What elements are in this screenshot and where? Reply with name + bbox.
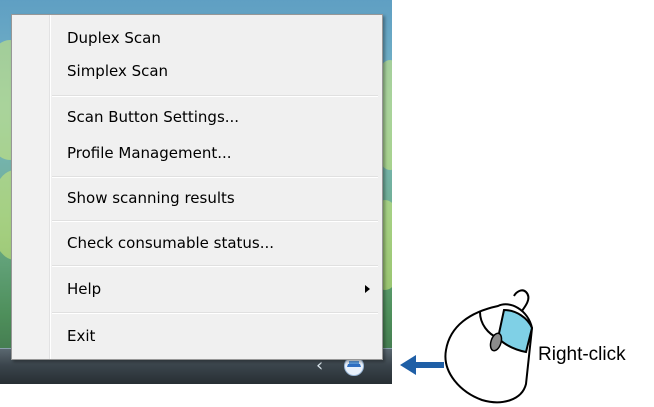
menu-item-label: Help [67, 280, 102, 298]
menu-item-scan-button-settings[interactable]: Scan Button Settings... [14, 102, 380, 132]
menu-item-label: Simplex Scan [67, 62, 169, 80]
menu-separator [52, 312, 378, 314]
menu-separator [52, 95, 378, 97]
context-menu: Duplex Scan Simplex Scan Scan Button Set… [11, 14, 383, 360]
menu-separator [52, 176, 378, 178]
menu-item-show-scanning-results[interactable]: Show scanning results [14, 183, 380, 213]
menu-item-check-consumable-status[interactable]: Check consumable status... [14, 228, 380, 258]
menu-separator [52, 265, 378, 267]
menu-item-label: Duplex Scan [67, 29, 161, 47]
menu-item-exit[interactable]: Exit [14, 321, 380, 351]
menu-item-label: Show scanning results [67, 189, 235, 207]
submenu-arrow-icon [365, 285, 370, 293]
right-click-label: Right-click [538, 344, 626, 365]
menu-item-simplex-scan[interactable]: Simplex Scan [14, 56, 380, 86]
menu-item-label: Scan Button Settings... [67, 108, 240, 126]
menu-item-label: Profile Management... [67, 144, 232, 162]
menu-item-label: Exit [67, 327, 96, 345]
menu-item-profile-management[interactable]: Profile Management... [14, 138, 380, 168]
arrow-left-icon [400, 355, 444, 375]
menu-separator [52, 220, 378, 222]
mouse-icon [444, 289, 534, 404]
menu-item-duplex-scan[interactable]: Duplex Scan [14, 23, 380, 53]
menu-item-label: Check consumable status... [67, 234, 275, 252]
menu-item-help[interactable]: Help [14, 274, 380, 304]
